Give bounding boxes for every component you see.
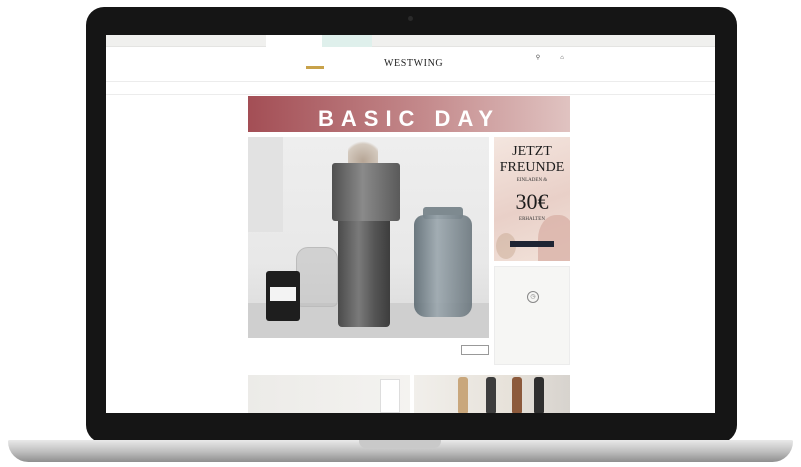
laptop-notch [359, 440, 441, 448]
tall-vase-top [332, 163, 400, 221]
promo-banner[interactable]: BASIC DAY [248, 96, 570, 132]
promo-button[interactable] [510, 241, 554, 247]
top-strip [106, 35, 715, 47]
account-button[interactable]: ⚲ [527, 54, 549, 62]
glass-vase [414, 215, 472, 317]
bottle [534, 377, 544, 413]
upcoming-sales-card[interactable]: ◷ [494, 266, 570, 365]
screen: WESTWING ⚲ ⌂ BASIC DAY JETZT FREUNDE EIN… [106, 35, 715, 413]
bottle [512, 377, 522, 413]
hero-caption [248, 341, 489, 365]
referral-promo[interactable]: JETZT FREUNDE EINLADEN & 30€ ERHALTEN [494, 137, 570, 261]
banner-title: BASIC DAY [318, 106, 500, 131]
hero-image[interactable] [248, 137, 489, 338]
promo-line-4: ERHALTEN [519, 217, 545, 222]
camera [408, 16, 413, 21]
sister-tag [306, 66, 324, 69]
wall-panel [248, 137, 283, 232]
cart-button[interactable]: ⌂ [551, 54, 573, 62]
promo-amount: 30€ [515, 189, 549, 214]
tile-card [380, 379, 400, 413]
laptop-base [8, 440, 793, 462]
promo-line-2: FREUNDE [499, 160, 565, 175]
bottle [458, 377, 468, 413]
bottle [486, 377, 496, 413]
campaign-tile-2[interactable] [414, 375, 570, 413]
tab-primary[interactable] [266, 35, 322, 47]
promo-line-3: EINLADEN & [516, 178, 548, 183]
shop-button[interactable] [461, 345, 489, 355]
candle-label [270, 287, 296, 301]
header: WESTWING ⚲ ⌂ [106, 48, 715, 82]
main-nav [106, 83, 715, 95]
clear-glass [296, 247, 338, 307]
user-icon: ⚲ [535, 55, 541, 61]
tab-secondary[interactable] [322, 35, 372, 47]
bag-icon: ⌂ [560, 55, 564, 61]
brand-logo[interactable]: WESTWING [384, 58, 443, 69]
promo-line-1: JETZT [512, 144, 552, 159]
calendar-icon: ◷ [527, 291, 539, 303]
campaign-tile-1[interactable] [248, 375, 410, 413]
